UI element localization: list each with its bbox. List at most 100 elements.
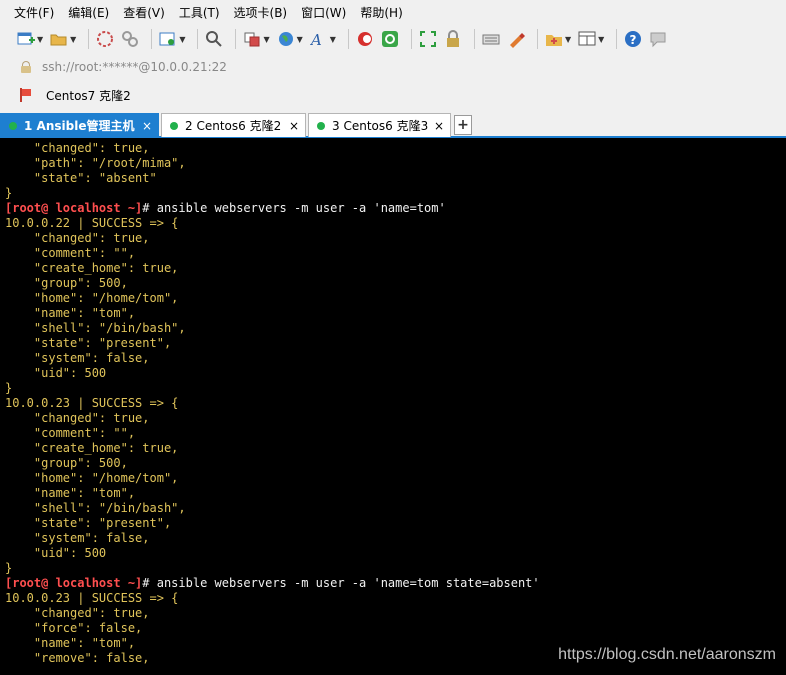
chat-icon[interactable]: [648, 29, 668, 49]
tab-centos6-clone3[interactable]: 3 Centos6 克隆3 ×: [308, 113, 451, 137]
tab-ansible[interactable]: 1 Ansible管理主机 ×: [0, 113, 159, 137]
lock-icon[interactable]: [443, 29, 463, 49]
menu-tools[interactable]: 工具(T): [179, 4, 220, 21]
tab-label: 3 Centos6 克隆3: [332, 119, 429, 133]
terminal-output-line: "group": 500,: [5, 276, 128, 290]
terminal-output-line: }: [5, 186, 13, 200]
toolbar-separator: [410, 29, 412, 49]
terminal-output-line: "system": false,: [5, 531, 150, 545]
shell-prompt: [root@ localhost ~]: [5, 201, 143, 215]
terminal-output-line: 10.0.0.23 | SUCCESS => {: [5, 591, 179, 605]
terminal-output-line: "comment": "",: [5, 246, 136, 260]
fullscreen-icon[interactable]: [418, 29, 438, 49]
toolbar-separator: [347, 29, 349, 49]
close-icon[interactable]: ×: [434, 119, 444, 133]
properties-icon[interactable]: [158, 29, 178, 49]
font-icon[interactable]: A: [309, 29, 329, 49]
terminal[interactable]: "changed": true, "path": "/root/mima", "…: [0, 140, 786, 675]
menu-help[interactable]: 帮助(H): [360, 4, 402, 21]
connected-status-icon: [317, 121, 325, 130]
terminal-output-line: "changed": true,: [5, 141, 150, 155]
bookmark-flag-icon[interactable]: [20, 88, 32, 102]
new-session-icon[interactable]: [16, 29, 36, 49]
session-link[interactable]: Centos7 克隆2: [46, 87, 131, 104]
menu-edit[interactable]: 编辑(E): [68, 4, 109, 21]
terminal-output-line: "changed": true,: [5, 231, 150, 245]
terminal-output-line: "changed": true,: [5, 606, 150, 620]
close-icon[interactable]: ×: [142, 119, 152, 133]
tab-centos6-clone2[interactable]: 2 Centos6 克隆2 ×: [161, 113, 306, 137]
terminal-output-line: "home": "/home/tom",: [5, 471, 179, 485]
tab-label: 2 Centos6 克隆2: [185, 119, 282, 133]
terminal-command-line: [root@ localhost ~]# ansible webservers …: [5, 576, 786, 591]
close-icon[interactable]: ×: [289, 119, 299, 133]
keyboard-icon[interactable]: [481, 29, 501, 49]
add-tab-button[interactable]: +: [454, 115, 472, 135]
menu-bar: 文件(F) 编辑(E) 查看(V) 工具(T) 选项卡(B) 窗口(W) 帮助(…: [0, 0, 786, 24]
transfer-icon[interactable]: [242, 29, 262, 49]
help-icon[interactable]: ?: [623, 29, 643, 49]
search-icon[interactable]: [204, 29, 224, 49]
svg-text:?: ?: [630, 33, 637, 47]
globe-dropdown-icon[interactable]: ▼: [297, 35, 303, 44]
connected-status-icon: [9, 121, 17, 130]
terminal-output-line: 10.0.0.23 | SUCCESS => {: [5, 396, 179, 410]
terminal-output-line: "changed": true,: [5, 411, 150, 425]
terminal-output-line: "home": "/home/tom",: [5, 291, 179, 305]
terminal-output-line: "force": false,: [5, 621, 143, 635]
terminal-output-line: "path": "/root/mima",: [5, 156, 186, 170]
terminal-output-line: 10.0.0.22 | SUCCESS => {: [5, 216, 179, 230]
terminal-output-line: "group": 500,: [5, 456, 128, 470]
terminal-output-line: }: [5, 381, 13, 395]
xftp-icon[interactable]: [380, 29, 400, 49]
layout-dropdown-icon[interactable]: ▼: [598, 35, 604, 44]
address-text: ssh://root:******@10.0.0.21:22: [42, 60, 227, 74]
toolbar-separator: [536, 29, 538, 49]
command-text: # ansible webservers -m user -a 'name=to…: [142, 201, 446, 215]
terminal-output-line: "comment": "",: [5, 426, 136, 440]
terminal-output-line: "system": false,: [5, 351, 150, 365]
open-folder-icon[interactable]: [49, 29, 69, 49]
open-folder-dropdown-icon[interactable]: ▼: [70, 35, 76, 44]
address-bar: ssh://root:******@10.0.0.21:22: [0, 54, 786, 80]
toolbar: ▼ ▼ ▼ ▼ ▼ A ▼ ▼ ▼ ?: [0, 24, 786, 54]
tab-label: 1 Ansible管理主机: [24, 119, 135, 133]
terminal-output-line: "shell": "/bin/bash",: [5, 321, 186, 335]
toolbar-separator: [616, 29, 618, 49]
terminal-output-line: "state": "present",: [5, 336, 172, 350]
terminal-output-line: "create_home": true,: [5, 261, 179, 275]
compose-icon[interactable]: [544, 29, 564, 49]
globe-icon[interactable]: [276, 29, 296, 49]
disconnect-icon[interactable]: [120, 29, 140, 49]
command-text: # ansible webservers -m user -a 'name=to…: [142, 576, 540, 590]
new-session-dropdown-icon[interactable]: ▼: [37, 35, 43, 44]
tab-bar: 1 Ansible管理主机 × 2 Centos6 克隆2 × 3 Centos…: [0, 110, 786, 138]
address-field[interactable]: ssh://root:******@10.0.0.21:22: [20, 60, 227, 74]
terminal-output-line: "state": "absent": [5, 171, 157, 185]
layout-icon[interactable]: [577, 29, 597, 49]
highlight-icon[interactable]: [506, 29, 526, 49]
shell-prompt: [root@ localhost ~]: [5, 576, 143, 590]
watermark: https://blog.csdn.net/aaronszm: [558, 646, 776, 663]
terminal-output-line: "uid": 500: [5, 366, 107, 380]
xshell-icon[interactable]: [355, 29, 375, 49]
connected-status-icon: [170, 121, 178, 130]
session-bar: Centos7 克隆2: [0, 80, 786, 110]
menu-window[interactable]: 窗口(W): [301, 4, 346, 21]
toolbar-separator: [197, 29, 199, 49]
properties-dropdown-icon[interactable]: ▼: [179, 35, 185, 44]
transfer-dropdown-icon[interactable]: ▼: [263, 35, 269, 44]
terminal-output-line: "uid": 500: [5, 546, 107, 560]
terminal-output-line: "name": "tom",: [5, 486, 136, 500]
terminal-output-line: "create_home": true,: [5, 441, 179, 455]
terminal-command-line: [root@ localhost ~]# ansible webservers …: [5, 201, 786, 216]
toolbar-separator: [88, 29, 90, 49]
connect-icon[interactable]: [95, 29, 115, 49]
font-dropdown-icon[interactable]: ▼: [330, 35, 336, 44]
menu-view[interactable]: 查看(V): [123, 4, 165, 21]
terminal-output-line: "shell": "/bin/bash",: [5, 501, 186, 515]
compose-dropdown-icon[interactable]: ▼: [565, 35, 571, 44]
lock-icon: [20, 61, 32, 73]
menu-tabs[interactable]: 选项卡(B): [234, 4, 288, 21]
menu-file[interactable]: 文件(F): [14, 4, 54, 21]
